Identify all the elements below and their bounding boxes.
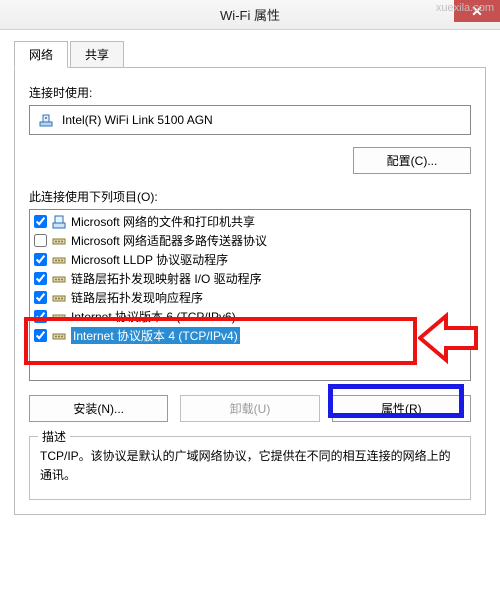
list-item[interactable]: Microsoft 网络适配器多路传送器协议 bbox=[34, 231, 466, 250]
list-item-checkbox[interactable] bbox=[34, 234, 47, 247]
list-item-checkbox[interactable] bbox=[34, 272, 47, 285]
list-item-label: Microsoft 网络的文件和打印机共享 bbox=[71, 213, 255, 230]
protocol-icon bbox=[52, 234, 66, 248]
window-title: Wi-Fi 属性 bbox=[220, 5, 280, 24]
list-item-label: Internet 协议版本 4 (TCP/IPv4) bbox=[71, 327, 240, 344]
configure-button[interactable]: 配置(C)... bbox=[353, 147, 471, 174]
adapter-name: Intel(R) WiFi Link 5100 AGN bbox=[62, 113, 213, 127]
description-legend: 描述 bbox=[38, 428, 70, 445]
list-item-checkbox[interactable] bbox=[34, 310, 47, 323]
components-listbox[interactable]: Microsoft 网络的文件和打印机共享 Microsoft 网络适配器多路传送… bbox=[29, 209, 471, 381]
list-item[interactable]: 链路层拓扑发现响应程序 bbox=[34, 288, 466, 307]
watermark: xuexila.com bbox=[436, 2, 494, 14]
items-label: 此连接使用下列项目(O): bbox=[29, 188, 471, 205]
tab-network[interactable]: 网络 bbox=[14, 41, 68, 68]
protocol-icon bbox=[52, 329, 66, 343]
list-item[interactable]: Internet 协议版本 4 (TCP/IPv4) bbox=[34, 326, 466, 345]
tab-sharing[interactable]: 共享 bbox=[70, 41, 124, 68]
description-groupbox: 描述 TCP/IP。该协议是默认的广域网络协议，它提供在不同的相互连接的网络上的… bbox=[29, 436, 471, 500]
titlebar: Wi-Fi 属性 ✕ bbox=[0, 0, 500, 30]
list-item-label: Microsoft 网络适配器多路传送器协议 bbox=[71, 232, 267, 249]
list-item-checkbox[interactable] bbox=[34, 291, 47, 304]
tab-panel-network: 连接时使用: Intel(R) WiFi Link 5100 AGN 配置(C)… bbox=[14, 68, 486, 515]
protocol-icon bbox=[52, 253, 66, 267]
list-item-checkbox[interactable] bbox=[34, 215, 47, 228]
install-button[interactable]: 安装(N)... bbox=[29, 395, 168, 422]
protocol-icon bbox=[52, 291, 66, 305]
tab-strip: 网络 共享 bbox=[14, 40, 486, 68]
description-text: TCP/IP。该协议是默认的广域网络协议，它提供在不同的相互连接的网络上的通讯。 bbox=[40, 447, 460, 485]
list-item-checkbox[interactable] bbox=[34, 329, 47, 342]
list-item-label: 链路层拓扑发现响应程序 bbox=[71, 289, 203, 306]
properties-button[interactable]: 属性(R) bbox=[332, 395, 471, 422]
list-item-checkbox[interactable] bbox=[34, 253, 47, 266]
list-item[interactable]: Microsoft LLDP 协议驱动程序 bbox=[34, 250, 466, 269]
button-row: 安装(N)... 卸载(U) 属性(R) bbox=[29, 395, 471, 422]
connect-using-label: 连接时使用: bbox=[29, 84, 471, 101]
protocol-icon bbox=[52, 310, 66, 324]
adapter-box: Intel(R) WiFi Link 5100 AGN bbox=[29, 105, 471, 135]
share-icon bbox=[52, 215, 66, 229]
list-item-label: Microsoft LLDP 协议驱动程序 bbox=[71, 251, 228, 268]
list-item[interactable]: Internet 协议版本 6 (TCP/IPv6) bbox=[34, 307, 466, 326]
adapter-icon bbox=[38, 112, 54, 128]
list-item-label: Internet 协议版本 6 (TCP/IPv6) bbox=[71, 308, 236, 325]
dialog-body: 网络 共享 连接时使用: Intel(R) WiFi Link 5100 AGN… bbox=[0, 30, 500, 529]
list-item[interactable]: Microsoft 网络的文件和打印机共享 bbox=[34, 212, 466, 231]
list-item-label: 链路层拓扑发现映射器 I/O 驱动程序 bbox=[71, 270, 262, 287]
list-item[interactable]: 链路层拓扑发现映射器 I/O 驱动程序 bbox=[34, 269, 466, 288]
uninstall-button: 卸载(U) bbox=[180, 395, 319, 422]
protocol-icon bbox=[52, 272, 66, 286]
